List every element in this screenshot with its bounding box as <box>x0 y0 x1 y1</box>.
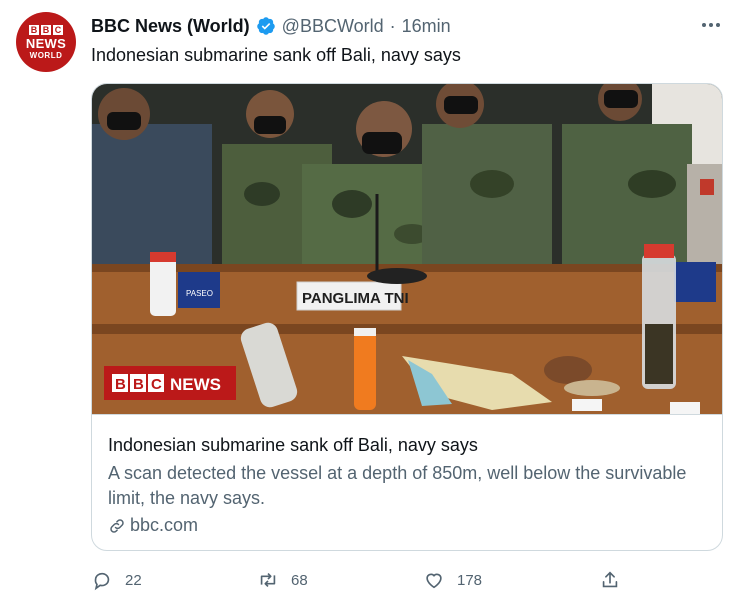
reply-count: 22 <box>125 571 142 589</box>
card-domain-text: bbc.com <box>130 515 199 535</box>
watermark-block-3: C <box>151 376 162 393</box>
avatar-block-b1: B <box>29 24 39 35</box>
link-card[interactable]: PASEO PANGLIMA TNI B B C NEWS Indonesian… <box>91 83 723 551</box>
tweet[interactable]: B B C NEWS WORLD BBC News (World) @BBCWo… <box>0 0 740 602</box>
reply-icon <box>94 572 110 591</box>
tissue-box-right <box>674 262 716 302</box>
account-name[interactable]: BBC News (World) <box>91 16 250 37</box>
share-button[interactable] <box>599 566 621 594</box>
tissue-box-label: PASEO <box>186 289 213 298</box>
retweet-count: 68 <box>291 571 308 589</box>
avatar-news-text: NEWS <box>25 35 67 51</box>
reply-button[interactable]: 22 <box>91 566 142 594</box>
link-icon <box>110 518 124 533</box>
retweet-button[interactable]: 68 <box>257 566 308 594</box>
separator-dot: · <box>389 15 396 36</box>
tweet-text: Indonesian submarine sank off Bali, navy… <box>91 45 461 65</box>
avatar-world-text: WORLD <box>29 50 63 60</box>
heart-icon <box>426 573 442 589</box>
like-count: 178 <box>457 571 483 589</box>
avatar-bbc-blocks: B B C <box>29 24 63 35</box>
card-description: A scan detected the vessel at a depth of… <box>108 463 687 508</box>
avatar-block-b2: B <box>41 24 51 35</box>
watermark-news-text: NEWS <box>170 375 221 394</box>
action-bar: 22 68 178 <box>91 566 651 594</box>
watermark-block-1: B <box>115 376 126 393</box>
more-options-icon[interactable] <box>700 14 722 36</box>
verified-badge-icon <box>256 16 276 36</box>
share-icon <box>602 571 618 588</box>
card-title: Indonesian submarine sank off Bali, navy… <box>108 435 478 455</box>
placard-text: PANGLIMA TNI <box>302 290 409 307</box>
card-domain: bbc.com <box>108 515 198 536</box>
officer-far-right <box>687 164 722 264</box>
bbc-news-watermark: B B C NEWS <box>104 366 236 400</box>
card-body[interactable]: Indonesian submarine sank off Bali, navy… <box>92 414 722 550</box>
tweet-timestamp[interactable]: 16min <box>402 16 451 37</box>
avatar-block-c: C <box>53 24 63 35</box>
watermark-block-2: B <box>133 376 144 393</box>
like-button[interactable]: 178 <box>423 566 482 594</box>
avatar[interactable]: B B C NEWS WORLD <box>16 12 76 72</box>
retweet-icon <box>260 572 276 588</box>
account-handle[interactable]: @BBCWorld <box>282 16 384 37</box>
card-image[interactable]: PASEO PANGLIMA TNI B B C NEWS <box>92 84 722 414</box>
tweet-header: BBC News (World) @BBCWorld · 16min <box>91 14 680 38</box>
